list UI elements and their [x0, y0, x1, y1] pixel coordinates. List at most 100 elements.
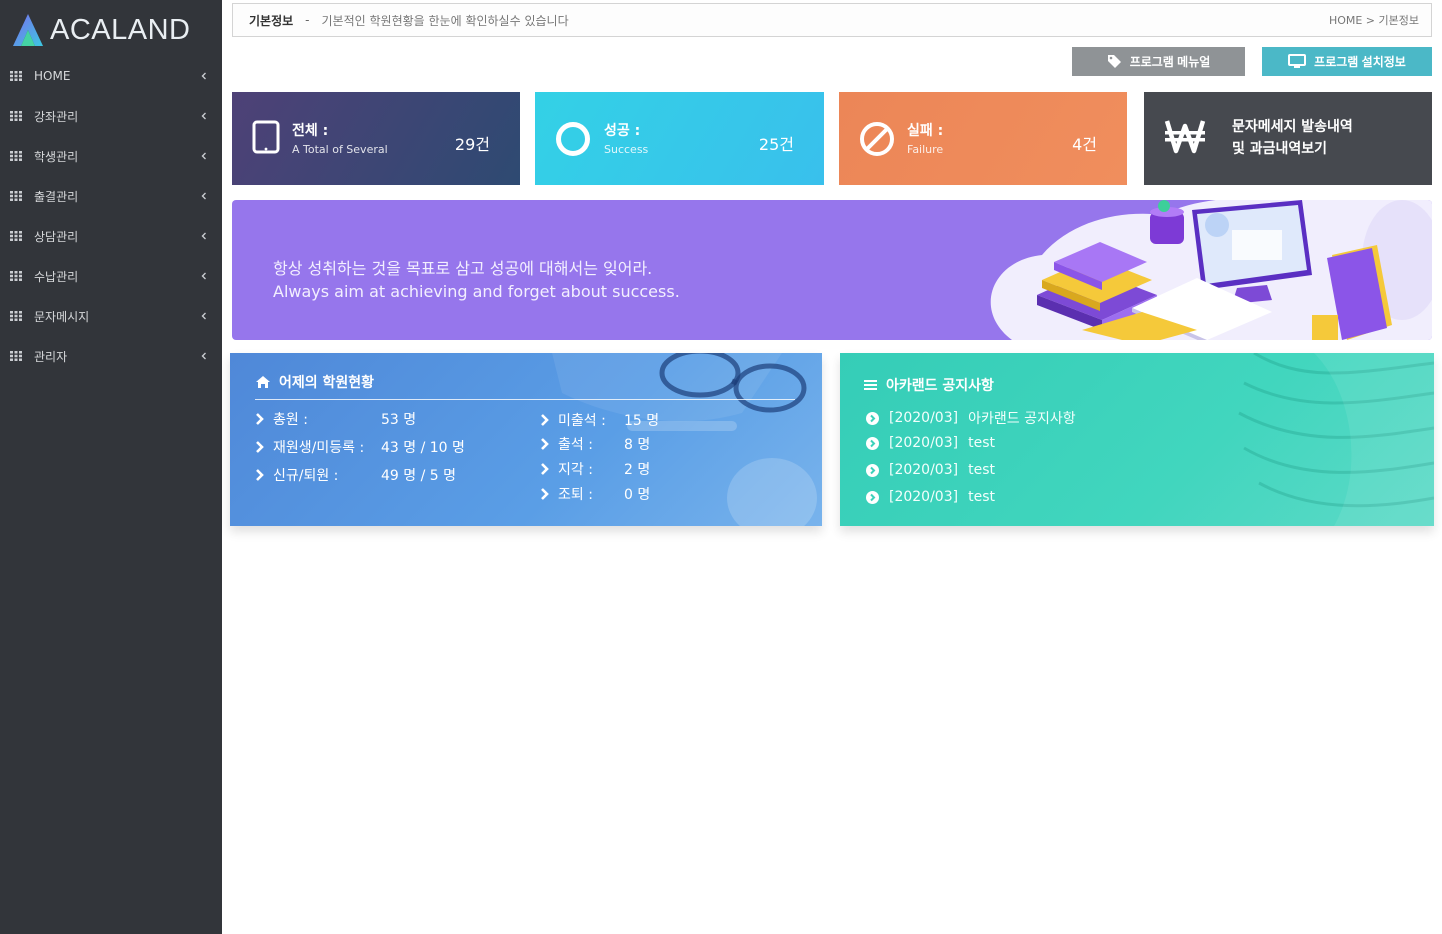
title-separator: -: [305, 13, 310, 27]
stat-card-total: 전체 : A Total of Several 29건: [232, 92, 520, 185]
sidebar-item-admin[interactable]: 관리자: [0, 336, 222, 376]
sidebar-item-attendance[interactable]: 출결관리: [0, 176, 222, 216]
bars-icon: [864, 380, 877, 390]
sidebar-item-label: 강좌관리: [34, 109, 79, 124]
chevron-left-icon: [201, 192, 206, 200]
stat-card-failure: 실패 : Failure 4건: [839, 92, 1127, 185]
notice-date: [2020/03]: [889, 410, 959, 426]
sidebar-item-label: 상담관리: [34, 229, 79, 244]
status-row-early-leave: 조퇴 : 0 명: [540, 484, 650, 504]
status-value: 0 명: [624, 487, 651, 503]
sidebar-item-payments[interactable]: 수납관리: [0, 256, 222, 296]
notice-text: test: [968, 462, 995, 478]
status-panel-title: 어제의 학원현황: [279, 375, 375, 391]
program-manual-button[interactable]: 프로그램 메뉴얼: [1072, 47, 1245, 76]
stat-success-subtitle: Success: [604, 143, 649, 156]
grid-icon: [10, 311, 22, 321]
monitor-icon: [1288, 54, 1307, 68]
program-install-info-label: 프로그램 설치정보: [1314, 55, 1406, 69]
page-header: 기본정보 - 기본적인 학원현황을 한눈에 확인하실수 있습니다 HOME > …: [232, 3, 1432, 37]
page-description: 기본적인 학원현황을 한눈에 확인하실수 있습니다: [321, 13, 569, 28]
status-label: 조퇴 :: [558, 487, 593, 503]
notice-panel: 아카랜드 공지사항 [2020/03] 아카랜드 공지사항 [2020/03] …: [840, 353, 1434, 526]
status-row-total: 총원 : 53 명: [255, 409, 416, 429]
status-label: 총원 :: [273, 412, 308, 428]
program-install-info-button[interactable]: 프로그램 설치정보: [1262, 47, 1432, 76]
chevron-left-icon: [201, 72, 206, 80]
chevron-circle-right-icon: [866, 490, 879, 504]
home-icon: [256, 376, 270, 388]
sidebar-item-counseling[interactable]: 상담관리: [0, 216, 222, 256]
chevron-right-icon: [256, 469, 264, 481]
status-label: 미출석 :: [558, 413, 606, 429]
notice-panel-title: 아카랜드 공지사항: [886, 378, 994, 394]
chevron-left-icon: [201, 232, 206, 240]
brand-name: ACALAND: [50, 13, 191, 46]
notice-text: test: [968, 435, 995, 451]
sidebar-item-label: 문자메시지: [34, 309, 90, 324]
sidebar-item-label: 수납관리: [34, 269, 79, 284]
stat-failure-value: 4건: [1072, 135, 1097, 154]
status-panel-divider: [255, 399, 795, 400]
notice-text: test: [968, 489, 995, 505]
notice-item[interactable]: [2020/03] test: [866, 435, 995, 451]
desk-illustration-icon: [990, 200, 1432, 340]
grid-icon: [10, 271, 22, 281]
app-root: ACALAND HOME 강좌관리 학생관리 출결관리 상담관리 수납관리 문자…: [0, 0, 1442, 934]
status-value: 49 명 / 5 명: [381, 468, 456, 484]
chevron-left-icon: [201, 312, 206, 320]
stat-success-title: 성공 :: [604, 123, 641, 139]
sms-history-line1: 문자메세지 발송내역: [1232, 119, 1353, 135]
sidebar-item-sms[interactable]: 문자메시지: [0, 296, 222, 336]
sms-history-card[interactable]: 문자메세지 발송내역 및 과금내역보기: [1144, 92, 1432, 185]
notice-date: [2020/03]: [889, 489, 959, 505]
stat-total-value: 29건: [454, 135, 490, 154]
status-row-absent: 미출석 : 15 명: [540, 410, 659, 430]
chevron-left-icon: [201, 152, 206, 160]
grid-icon: [10, 111, 22, 121]
notice-item[interactable]: [2020/03] test: [866, 489, 995, 505]
status-label: 재원생/미등록 :: [273, 440, 365, 456]
grid-icon: [10, 231, 22, 241]
notice-panel-header: 아카랜드 공지사항: [864, 375, 994, 395]
logo[interactable]: ACALAND: [12, 10, 191, 50]
notice-item[interactable]: [2020/03] test: [866, 462, 995, 478]
won-icon: [1164, 120, 1206, 154]
sidebar-item-label: HOME: [34, 69, 71, 83]
status-value: 8 명: [624, 437, 651, 453]
chevron-right-icon: [541, 414, 549, 426]
stat-success-value: 25건: [758, 135, 794, 154]
notice-date: [2020/03]: [889, 462, 959, 478]
sidebar-item-courses[interactable]: 강좌관리: [0, 96, 222, 136]
breadcrumb[interactable]: HOME > 기본정보: [1329, 12, 1419, 28]
status-label: 신규/퇴원 :: [273, 468, 339, 484]
stat-failure-title: 실패 :: [907, 123, 944, 139]
grid-icon: [10, 191, 22, 201]
status-row-present: 출석 : 8 명: [540, 434, 650, 454]
sidebar-item-label: 학생관리: [34, 149, 79, 164]
status-panel-header: 어제의 학원현황: [255, 372, 374, 392]
status-value: 15 명: [624, 413, 660, 429]
stat-total-title: 전체 :: [292, 123, 329, 139]
yesterday-status-panel: 어제의 학원현황 총원 : 53 명 재원생/미등록 : 43 명 / 10 명…: [230, 353, 822, 526]
banner-quote-korean: 항상 성취하는 것을 목표로 삼고 성공에 대해서는 잊어라.: [273, 259, 653, 278]
status-value: 2 명: [624, 462, 651, 478]
chevron-right-icon: [541, 438, 549, 450]
chevron-left-icon: [201, 272, 206, 280]
sidebar-nav: HOME 강좌관리 학생관리 출결관리 상담관리 수납관리 문자메시지 관리자: [0, 56, 222, 376]
sidebar-item-students[interactable]: 학생관리: [0, 136, 222, 176]
chevron-left-icon: [201, 112, 206, 120]
status-row-late: 지각 : 2 명: [540, 459, 650, 479]
sidebar-item-label: 출결관리: [34, 189, 79, 204]
motivation-banner: 항상 성취하는 것을 목표로 삼고 성공에 대해서는 잊어라. Always a…: [232, 200, 1432, 340]
page-title: 기본정보: [249, 13, 294, 28]
chevron-right-icon: [256, 413, 264, 425]
chevron-left-icon: [201, 352, 206, 360]
notice-item[interactable]: [2020/03] 아카랜드 공지사항: [866, 408, 1076, 428]
chevron-circle-right-icon: [866, 436, 879, 450]
status-value: 53 명: [381, 412, 417, 428]
notice-date: [2020/03]: [889, 435, 959, 451]
chevron-right-icon: [541, 488, 549, 500]
sidebar-item-home[interactable]: HOME: [0, 56, 222, 96]
sms-history-line2: 및 과금내역보기: [1232, 141, 1328, 157]
